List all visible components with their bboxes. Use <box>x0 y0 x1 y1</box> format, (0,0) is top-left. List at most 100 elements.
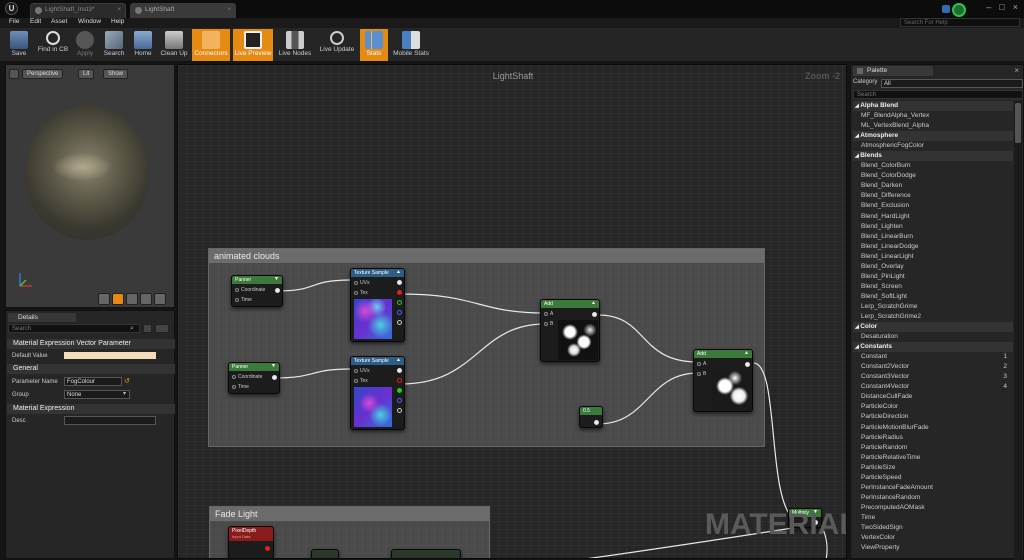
close-icon[interactable]: × <box>117 6 121 13</box>
palette-item[interactable]: AtmosphericFogColor <box>853 141 1013 151</box>
b-output-pin[interactable] <box>397 398 402 403</box>
output-pin[interactable] <box>272 375 277 380</box>
sphere-mesh-icon[interactable] <box>112 293 124 305</box>
palette-scrollbar[interactable] <box>1014 101 1022 560</box>
palette-item[interactable]: Blend_Lighten <box>853 222 1013 232</box>
palette-item[interactable]: Lerp_ScratchGrime <box>853 302 1013 312</box>
coordinate-pin[interactable]: Coordinate <box>235 287 265 293</box>
palette-category[interactable]: ◢ Blends <box>853 151 1013 162</box>
palette-item[interactable]: Blend_ColorDodge <box>853 171 1013 181</box>
plane-mesh-icon[interactable] <box>126 293 138 305</box>
palette-item[interactable]: Desaturation <box>853 332 1013 342</box>
search-for-help-input[interactable]: Search For Help <box>900 18 1020 27</box>
g-output-pin[interactable] <box>397 300 402 305</box>
constant-node[interactable]: 0.5 <box>579 406 603 428</box>
palette-item[interactable]: ParticleColor <box>853 402 1013 412</box>
output-pin[interactable] <box>745 362 750 367</box>
uvs-pin[interactable]: UVs <box>354 280 369 286</box>
maximize-icon[interactable]: □ <box>999 2 1004 12</box>
output-pin[interactable] <box>275 288 280 293</box>
clean-up-button[interactable]: Clean Up <box>158 29 190 61</box>
tab-lightshaft-inst3[interactable]: LightShaft_Inst3* × <box>30 3 126 18</box>
chevron-up-icon[interactable]: ▲ <box>591 300 596 306</box>
home-button[interactable]: Home <box>130 29 156 61</box>
palette-item[interactable]: ParticleRadius <box>853 433 1013 443</box>
grid-view-icon[interactable] <box>143 324 152 333</box>
palette-category[interactable]: ◢ Color <box>853 322 1013 333</box>
stats-button[interactable]: Stats <box>360 29 388 61</box>
chevron-up-icon[interactable]: ▲ <box>744 350 749 356</box>
menu-edit[interactable]: Edit <box>30 18 41 25</box>
live-nodes-button[interactable]: Live Nodes <box>276 29 314 61</box>
menu-file[interactable]: File <box>9 18 19 25</box>
r-output-pin[interactable] <box>397 290 402 295</box>
palette-item[interactable]: PerInstanceRandom <box>853 493 1013 503</box>
lit-button[interactable]: Lit <box>78 69 95 79</box>
apply-button[interactable]: Apply <box>72 29 98 61</box>
texture-sample-node[interactable]: Texture Sample ▲ UVs Tex <box>350 268 405 342</box>
material-graph-canvas[interactable]: LightShaft Zoom -2 animated clouds Fade … <box>177 64 847 559</box>
perspective-button[interactable]: Perspective <box>22 69 64 79</box>
partial-node[interactable] <box>391 549 461 558</box>
a-pin[interactable]: A <box>697 361 706 367</box>
palette-item[interactable]: ML_VertexBlend_Alpha <box>853 121 1013 131</box>
add-node[interactable]: Add ▲ A B <box>693 349 753 412</box>
a-output-pin[interactable] <box>397 408 402 413</box>
r-output-pin[interactable] <box>397 378 402 383</box>
connectors-button[interactable]: Connectors <box>192 29 230 61</box>
palette-item[interactable]: ParticleSize <box>853 463 1013 473</box>
palette-item[interactable]: Constant3Vector 3 <box>853 372 1013 382</box>
palette-item[interactable]: Blend_LinearBurn <box>853 232 1013 242</box>
chevron-down-icon[interactable]: ▼ <box>274 276 279 282</box>
coordinate-pin[interactable]: Coordinate <box>232 374 262 380</box>
b-pin[interactable]: B <box>544 321 553 327</box>
pixel-depth-node[interactable]: PixelDepth Input Data <box>228 526 274 558</box>
close-icon[interactable]: × <box>1014 66 1019 75</box>
palette-item[interactable]: Lerp_ScratchGrime2 <box>853 312 1013 322</box>
palette-item[interactable]: Blend_Exclusion <box>853 201 1013 211</box>
parameter-name-input[interactable]: FogColour <box>64 377 122 386</box>
palette-item[interactable]: ParticleDirection <box>853 412 1013 422</box>
close-window-icon[interactable]: × <box>1013 2 1018 12</box>
palette-item[interactable]: TwoSidedSign <box>853 523 1013 533</box>
preview-viewport[interactable]: Perspective Lit Show <box>5 64 175 308</box>
tex-pin[interactable]: Tex <box>354 378 368 384</box>
a-pin[interactable]: A <box>544 311 553 317</box>
tex-pin[interactable]: Tex <box>354 290 368 296</box>
chevron-up-icon[interactable]: ▲ <box>396 269 401 275</box>
palette-item[interactable]: Constant 1 <box>853 352 1013 362</box>
search-button[interactable]: Search <box>100 29 128 61</box>
palette-item[interactable]: VertexColor <box>853 533 1013 543</box>
add-node[interactable]: Add ▲ A B <box>540 299 600 362</box>
show-button[interactable]: Show <box>103 69 129 79</box>
cube-mesh-icon[interactable] <box>140 293 152 305</box>
reset-arrow-icon[interactable]: ↺ <box>124 377 130 385</box>
chevron-up-icon[interactable]: ▲ <box>396 357 401 363</box>
find-in-cb-button[interactable]: Find in CB <box>36 29 70 61</box>
default-value-swatch[interactable] <box>64 352 156 359</box>
palette-category[interactable]: ◢ Constants <box>853 342 1013 353</box>
output-pin[interactable] <box>265 546 270 551</box>
desc-input[interactable] <box>64 416 156 425</box>
close-icon[interactable]: × <box>227 6 231 13</box>
palette-item[interactable]: Blend_Overlay <box>853 262 1013 272</box>
menu-window[interactable]: Window <box>78 18 101 25</box>
palette-item[interactable]: ParticleRandom <box>853 443 1013 453</box>
status-indicator-icon[interactable] <box>952 3 966 17</box>
g-output-pin[interactable] <box>397 388 402 393</box>
palette-item[interactable]: Blend_SoftLight <box>853 292 1013 302</box>
palette-item[interactable]: Blend_Darken <box>853 181 1013 191</box>
live-update-button[interactable]: Live Update <box>317 29 357 61</box>
palette-item[interactable]: MF_BlendAlpha_Vertex <box>853 111 1013 121</box>
group-dropdown[interactable]: None <box>64 390 130 399</box>
viewport-menu-icon[interactable] <box>9 69 19 79</box>
palette-category[interactable]: ◢ Atmosphere <box>853 131 1013 142</box>
partial-node[interactable] <box>311 549 339 558</box>
texture-sample-node[interactable]: Texture Sample ▲ UVs Tex <box>350 356 405 430</box>
tab-lightshaft[interactable]: LightShaft × <box>130 3 236 18</box>
mobile-stats-button[interactable]: Mobile Stats <box>391 29 431 61</box>
rgb-output-pin[interactable] <box>397 280 402 285</box>
palette-item[interactable]: PrecomputedAOMask <box>853 503 1013 513</box>
scrollbar-thumb[interactable] <box>1015 103 1021 143</box>
palette-item[interactable]: Blend_PinLight <box>853 272 1013 282</box>
